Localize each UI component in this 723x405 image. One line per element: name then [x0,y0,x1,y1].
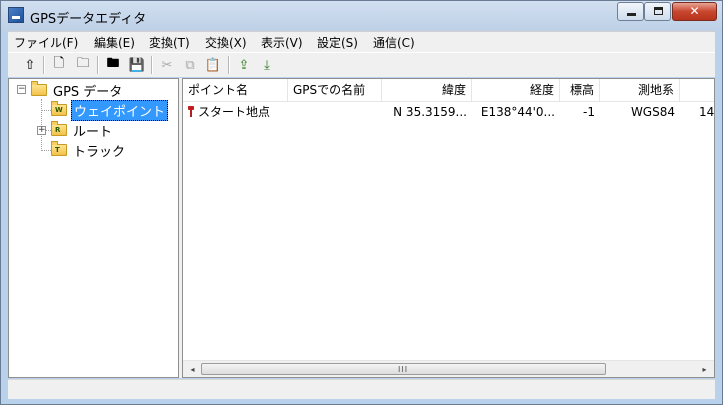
upload-icon[interactable]: ⇪ [235,56,253,74]
tree-panel: − GPS データ W ウェイポイント + R ルート T トラック [8,78,179,378]
cell-point-name: スタート地点 [183,103,288,121]
menu-exchange[interactable]: 交換(X) [205,34,247,51]
copy-icon[interactable]: ⧉ [181,56,199,74]
scroll-thumb[interactable]: III [201,363,606,375]
menu-file[interactable]: ファイル(F) [14,34,78,51]
cell-gps-name [288,103,382,121]
waypoint-pin-icon [188,106,194,117]
column-header-gps-name[interactable]: GPSでの名前 [288,79,382,101]
waypoint-list: ポイント名 GPSでの名前 緯度 経度 標高 測地系 スタート地点 N 35.3… [182,78,715,378]
menu-settings[interactable]: 設定(S) [317,34,358,51]
new-file-icon[interactable]: 🗋 [50,56,68,74]
cell-longitude: E138°44'0... [480,105,555,119]
close-button[interactable]: ✕ [672,2,717,21]
waypoint-folder-icon: W [51,101,67,116]
status-bar [8,379,715,399]
paste-icon[interactable]: 📋 [204,56,222,74]
toolbar-separator [97,56,99,74]
menu-communication[interactable]: 通信(C) [373,34,415,51]
menu-edit[interactable]: 編集(E) [94,34,135,51]
track-folder-icon: T [51,141,67,156]
title-bar[interactable]: GPSデータエディタ ✕ [1,1,722,31]
column-header-point-name[interactable]: ポイント名 [183,79,288,101]
tree-node-label: トラック [73,144,126,160]
table-row[interactable]: スタート地点 N 35.3159... E138°44'0... -1 WGS8… [183,103,715,121]
toolbar-separator [228,56,230,74]
column-header-elevation[interactable]: 標高 [560,79,600,101]
column-header-longitude[interactable]: 経度 [472,79,560,101]
cell-extra: 14 [699,105,715,119]
window-title: GPSデータエディタ [30,12,147,27]
column-header-datum[interactable]: 測地系 [600,79,680,101]
tree-node-label: ウェイポイント [71,99,169,121]
tree-node-waypoints[interactable]: W ウェイポイント [51,99,169,121]
tree-node-routes[interactable]: R ルート [51,121,114,140]
cell-datum: WGS84 [630,105,675,119]
route-folder-icon: R [51,121,67,136]
tree-node-label: GPS データ [53,84,123,100]
up-folder-icon[interactable]: ⇧ [21,56,39,74]
tree-expand-toggle[interactable]: + [37,126,46,135]
scroll-right-icon[interactable]: ▸ [696,363,713,376]
scroll-grip-icon: III [398,365,409,374]
tree-node-label: ルート [73,124,113,140]
column-header-extra[interactable] [680,79,714,101]
tree-collapse-toggle[interactable]: − [17,85,26,94]
minimize-icon [627,13,636,16]
close-icon: ✕ [689,4,700,18]
cell-elevation: -1 [583,105,595,119]
maximize-icon [654,7,663,15]
horizontal-scrollbar[interactable]: ◂ III ▸ [183,360,714,377]
cell-latitude: N 35.3159... [393,105,467,119]
toolbar-separator [43,56,45,74]
minimize-button[interactable] [617,2,644,21]
menu-bar: ファイル(F) 編集(E) 変換(T) 交換(X) 表示(V) 設定(S) 通信… [8,31,715,52]
cut-icon[interactable]: ✂ [158,56,176,74]
column-header-row: ポイント名 GPSでの名前 緯度 経度 標高 測地系 [183,79,714,102]
download-icon[interactable]: ⤓ [258,56,276,74]
app-icon[interactable] [8,7,24,23]
tree-node-tracks[interactable]: T トラック [51,141,127,160]
column-header-latitude[interactable]: 緯度 [382,79,472,101]
menu-convert[interactable]: 変換(T) [149,34,190,51]
tree-node-gps-data[interactable]: GPS データ [31,81,124,100]
main-window: GPSデータエディタ ✕ ファイル(F) 編集(E) 変換(T) 交換(X) 表… [0,0,723,405]
save-icon[interactable]: 💾 [128,56,146,74]
menu-view[interactable]: 表示(V) [261,34,303,51]
toolbar-separator [151,56,153,74]
folder-icon [31,81,47,96]
toolbar: ⇧ 🗋 🗀 🖿 💾 ✂ ⧉ 📋 ⇪ ⤓ [8,52,715,77]
open-icon[interactable]: 🖿 [104,56,122,74]
new-folder-icon[interactable]: 🗀 [74,56,92,74]
scroll-left-icon[interactable]: ◂ [184,363,201,376]
maximize-button[interactable] [644,2,671,21]
